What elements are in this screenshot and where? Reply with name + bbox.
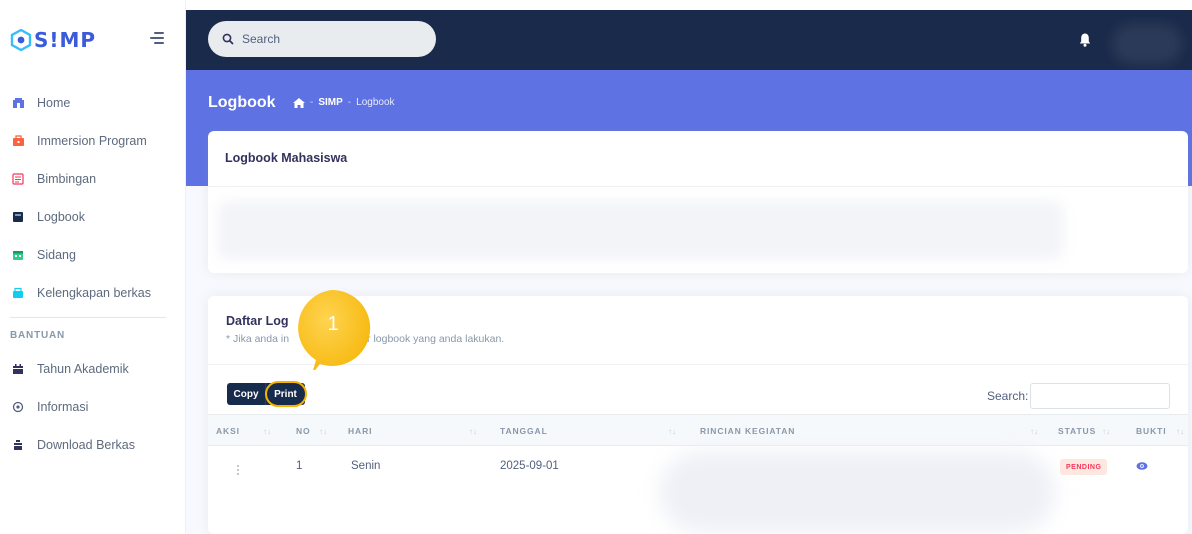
sidebar-item-tahun-akademik[interactable]: Tahun Akademik — [0, 350, 186, 388]
sidebar-item-label: Home — [37, 96, 71, 110]
table-search-input[interactable] — [1030, 383, 1170, 409]
search-input[interactable] — [242, 32, 412, 46]
hexagon-logo-icon — [10, 29, 32, 51]
card-title: Logbook Mahasiswa — [225, 151, 348, 165]
sidebar-item-informasi[interactable]: Informasi — [0, 388, 186, 426]
topbar — [186, 10, 1192, 70]
copy-button[interactable]: Copy — [227, 383, 265, 405]
sidebar-nav: Home Immersion Program Bimbingan Logbook… — [0, 84, 186, 312]
column-header-hari[interactable]: HARI — [348, 426, 372, 436]
table-export-buttons: Copy Print — [227, 383, 305, 405]
sort-icon[interactable]: ↑↓ — [263, 427, 271, 436]
user-menu-avatar[interactable] — [1112, 24, 1182, 64]
card-divider — [208, 186, 1188, 187]
folder-icon — [11, 286, 25, 300]
sidebar-help-nav: Tahun Akademik Informasi Download Berkas — [0, 350, 186, 464]
breadcrumb-item-simp[interactable]: SIMP — [318, 97, 342, 108]
sort-icon[interactable]: ↑↓ — [319, 427, 327, 436]
sidebar-divider — [10, 317, 166, 318]
sidebar-item-label: Kelengkapan berkas — [37, 286, 151, 300]
sidebar-item-label: Immersion Program — [37, 134, 147, 148]
notebook-icon — [11, 210, 25, 224]
sort-icon[interactable]: ↑↓ — [1176, 427, 1184, 436]
sidebar-item-label: Bimbingan — [37, 172, 97, 186]
sidebar-toggle-icon[interactable] — [150, 32, 164, 44]
sidebar-item-sidang[interactable]: Sidang — [0, 236, 186, 274]
table-search-label: Search: — [987, 389, 1029, 403]
calendar-icon — [11, 248, 25, 262]
logbook-mahasiswa-card: Logbook Mahasiswa — [208, 131, 1188, 273]
calendar-icon — [11, 362, 25, 376]
download-icon — [11, 438, 25, 452]
table-row: 1 Senin 2025-09-01 PENDING — [208, 446, 1188, 532]
column-header-rincian-kegiatan[interactable]: RINCIAN KEGIATAN — [700, 426, 795, 436]
sidebar-item-label: Logbook — [37, 210, 85, 224]
global-search[interactable] — [208, 21, 436, 57]
redacted-content — [218, 201, 1063, 259]
daftar-logbook-card: Daftar Log * Jika anda in r logbook yang … — [208, 296, 1188, 534]
breadcrumb-separator: - — [310, 97, 314, 108]
more-actions-icon[interactable] — [237, 465, 240, 477]
table-header: AKSI ↑↓ NO ↑↓ HARI ↑↓ TANGGAL ↑↓ RINCIAN… — [208, 414, 1188, 446]
brand-logo[interactable]: S!MP — [10, 26, 96, 54]
breadcrumb-separator: - — [347, 97, 352, 108]
sort-icon[interactable]: ↑↓ — [469, 427, 477, 436]
book-icon — [11, 172, 25, 186]
bell-icon[interactable] — [1078, 32, 1092, 48]
sidebar-item-download-berkas[interactable]: Download Berkas — [0, 426, 186, 464]
home-icon[interactable] — [293, 97, 305, 108]
breadcrumb-item-logbook: Logbook — [356, 97, 395, 108]
search-icon — [222, 33, 234, 45]
sidebar-section-heading: BANTUAN — [10, 330, 66, 341]
redacted-content — [660, 452, 1055, 532]
card-note: * Jika anda in r logbook yang anda lakuka… — [226, 333, 504, 345]
column-header-no[interactable]: NO — [296, 426, 311, 436]
sort-icon[interactable]: ↑↓ — [1102, 427, 1110, 436]
card-title: Daftar Log — [226, 314, 289, 328]
breadcrumb: - SIMP - Logbook — [293, 97, 395, 108]
sidebar-item-home[interactable]: Home — [0, 84, 186, 122]
cell-no: 1 — [296, 460, 303, 472]
column-header-tanggal[interactable]: TANGGAL — [500, 426, 548, 436]
sidebar-item-label: Sidang — [37, 248, 76, 262]
sidebar-item-bimbingan[interactable]: Bimbingan — [0, 160, 186, 198]
sidebar-item-label: Download Berkas — [37, 438, 135, 452]
sort-icon[interactable]: ↑↓ — [1030, 427, 1038, 436]
sort-icon[interactable]: ↑↓ — [668, 427, 676, 436]
home-icon — [11, 96, 25, 110]
cell-tanggal: 2025-09-01 — [500, 460, 559, 472]
column-header-aksi[interactable]: AKSI — [216, 426, 240, 436]
eye-icon[interactable] — [1136, 461, 1148, 471]
brand-name: S!MP — [34, 28, 97, 52]
card-note-end: r logbook yang anda lakukan. — [367, 333, 505, 345]
cell-hari: Senin — [351, 460, 381, 472]
sidebar-item-label: Informasi — [37, 400, 89, 414]
status-badge: PENDING — [1060, 459, 1108, 475]
card-divider — [208, 364, 1188, 365]
column-header-bukti[interactable]: BUKTI — [1136, 426, 1166, 436]
column-header-status[interactable]: STATUS — [1058, 426, 1096, 436]
sidebar-item-label: Tahun Akademik — [37, 362, 129, 376]
sidebar-item-immersion-program[interactable]: Immersion Program — [0, 122, 186, 160]
sidebar-item-logbook[interactable]: Logbook — [0, 198, 186, 236]
info-icon — [11, 400, 25, 414]
briefcase-icon — [11, 134, 25, 148]
card-note-start: * Jika anda in — [226, 333, 290, 345]
page-title: Logbook — [208, 94, 276, 111]
print-button[interactable]: Print — [265, 383, 305, 405]
sidebar-item-kelengkapan-berkas[interactable]: Kelengkapan berkas — [0, 274, 186, 312]
sidebar: S!MP Home Immersion Program Bimbingan Lo… — [0, 0, 186, 534]
callout-number: 1 — [327, 313, 339, 335]
